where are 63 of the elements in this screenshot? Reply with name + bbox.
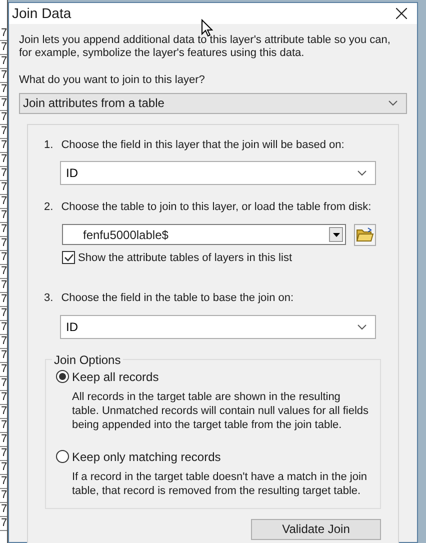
radio-label: Keep all records: [72, 368, 159, 386]
table-cell: 7: [0, 517, 7, 531]
table-cell: 7: [0, 405, 7, 419]
table-cell: 7: [0, 97, 7, 111]
table-cell: 7: [0, 377, 7, 391]
table-cell: 7: [0, 391, 7, 405]
table-cell: 7: [0, 83, 7, 97]
option-description: All records in the target table are shown in the resulting table. Unmatched records will contain null values for all fields being appended into the target table from the join table.: [72, 390, 370, 432]
table-cell: 7: [0, 111, 7, 125]
table-cell: 7: [0, 321, 7, 335]
description-text: Join lets you append additional data to this layer's attribute table so you can, for example, symbolize the layer's features using this data.: [19, 34, 392, 60]
table-dropdown[interactable]: fenfu5000lable$: [62, 224, 346, 245]
radio-label: Keep only matching records: [72, 448, 221, 466]
table-cell: 7: [0, 251, 7, 265]
radio-button[interactable]: [56, 370, 69, 383]
table-cell: 7: [0, 195, 7, 209]
table-cell: 7: [0, 419, 7, 433]
checkbox-label: Show the attribute tables of layers in this list: [78, 250, 292, 266]
checkbox[interactable]: [62, 251, 75, 264]
table-cell: 7: [0, 55, 7, 69]
table-cell: 7: [0, 167, 7, 181]
table-cell: 7: [0, 153, 7, 167]
open-folder-button[interactable]: [354, 224, 376, 246]
step-number: 3.: [44, 291, 54, 306]
option-description: If a record in the target table doesn't have a match in the join table, that record is removed from the resulting target table.: [72, 470, 368, 498]
table-cell: 7: [0, 265, 7, 279]
dropdown[interactable]: ID: [60, 314, 376, 338]
chevron-down-icon: [357, 170, 367, 176]
chevron-down-icon: [388, 100, 398, 106]
step-number: 2.: [44, 200, 54, 215]
table-cell: 7: [0, 447, 7, 461]
table-cell: 7: [0, 209, 7, 223]
step-number: 1.: [44, 138, 54, 152]
table-cell: 7: [0, 433, 7, 447]
step-label: Choose the field in this layer that the join will be based on:: [61, 138, 344, 152]
table-cell: 7: [0, 27, 7, 41]
table-cell: 7: [0, 279, 7, 293]
table-cell: 7: [0, 139, 7, 153]
question-label: What do you want to join to this layer?: [19, 73, 206, 88]
table-cell: 7: [0, 489, 7, 503]
step-label: Choose the table to join to this layer, or load the table from disk:: [61, 200, 372, 215]
join-type-dropdown[interactable]: Join attributes from a table: [19, 92, 407, 114]
table-cell: 7: [0, 223, 7, 237]
table-cell: 7: [0, 503, 7, 517]
table-cell: 7: [0, 237, 7, 251]
table-cell: 7: [0, 363, 7, 377]
close-icon[interactable]: [396, 8, 407, 19]
table-cell: 7: [0, 349, 7, 363]
step-label: Choose the field in the table to base the join on:: [61, 291, 294, 306]
table-cell: 7: [0, 475, 7, 489]
table-cell: 7: [0, 125, 7, 139]
table-cell: 7: [0, 69, 7, 83]
table-cell: 7: [0, 181, 7, 195]
chevron-down-icon: [357, 324, 367, 330]
table-cell: 7: [0, 335, 7, 349]
table-cell: 7: [0, 41, 7, 55]
table-cell: 7: [0, 461, 7, 475]
table-cell: 7: [0, 293, 7, 307]
radio-button[interactable]: [56, 450, 69, 463]
window-title: Join Data: [12, 4, 72, 23]
validate-button[interactable]: Validate Join: [251, 518, 381, 540]
table-cell: 7: [0, 307, 7, 321]
dropdown[interactable]: ID: [60, 161, 376, 185]
